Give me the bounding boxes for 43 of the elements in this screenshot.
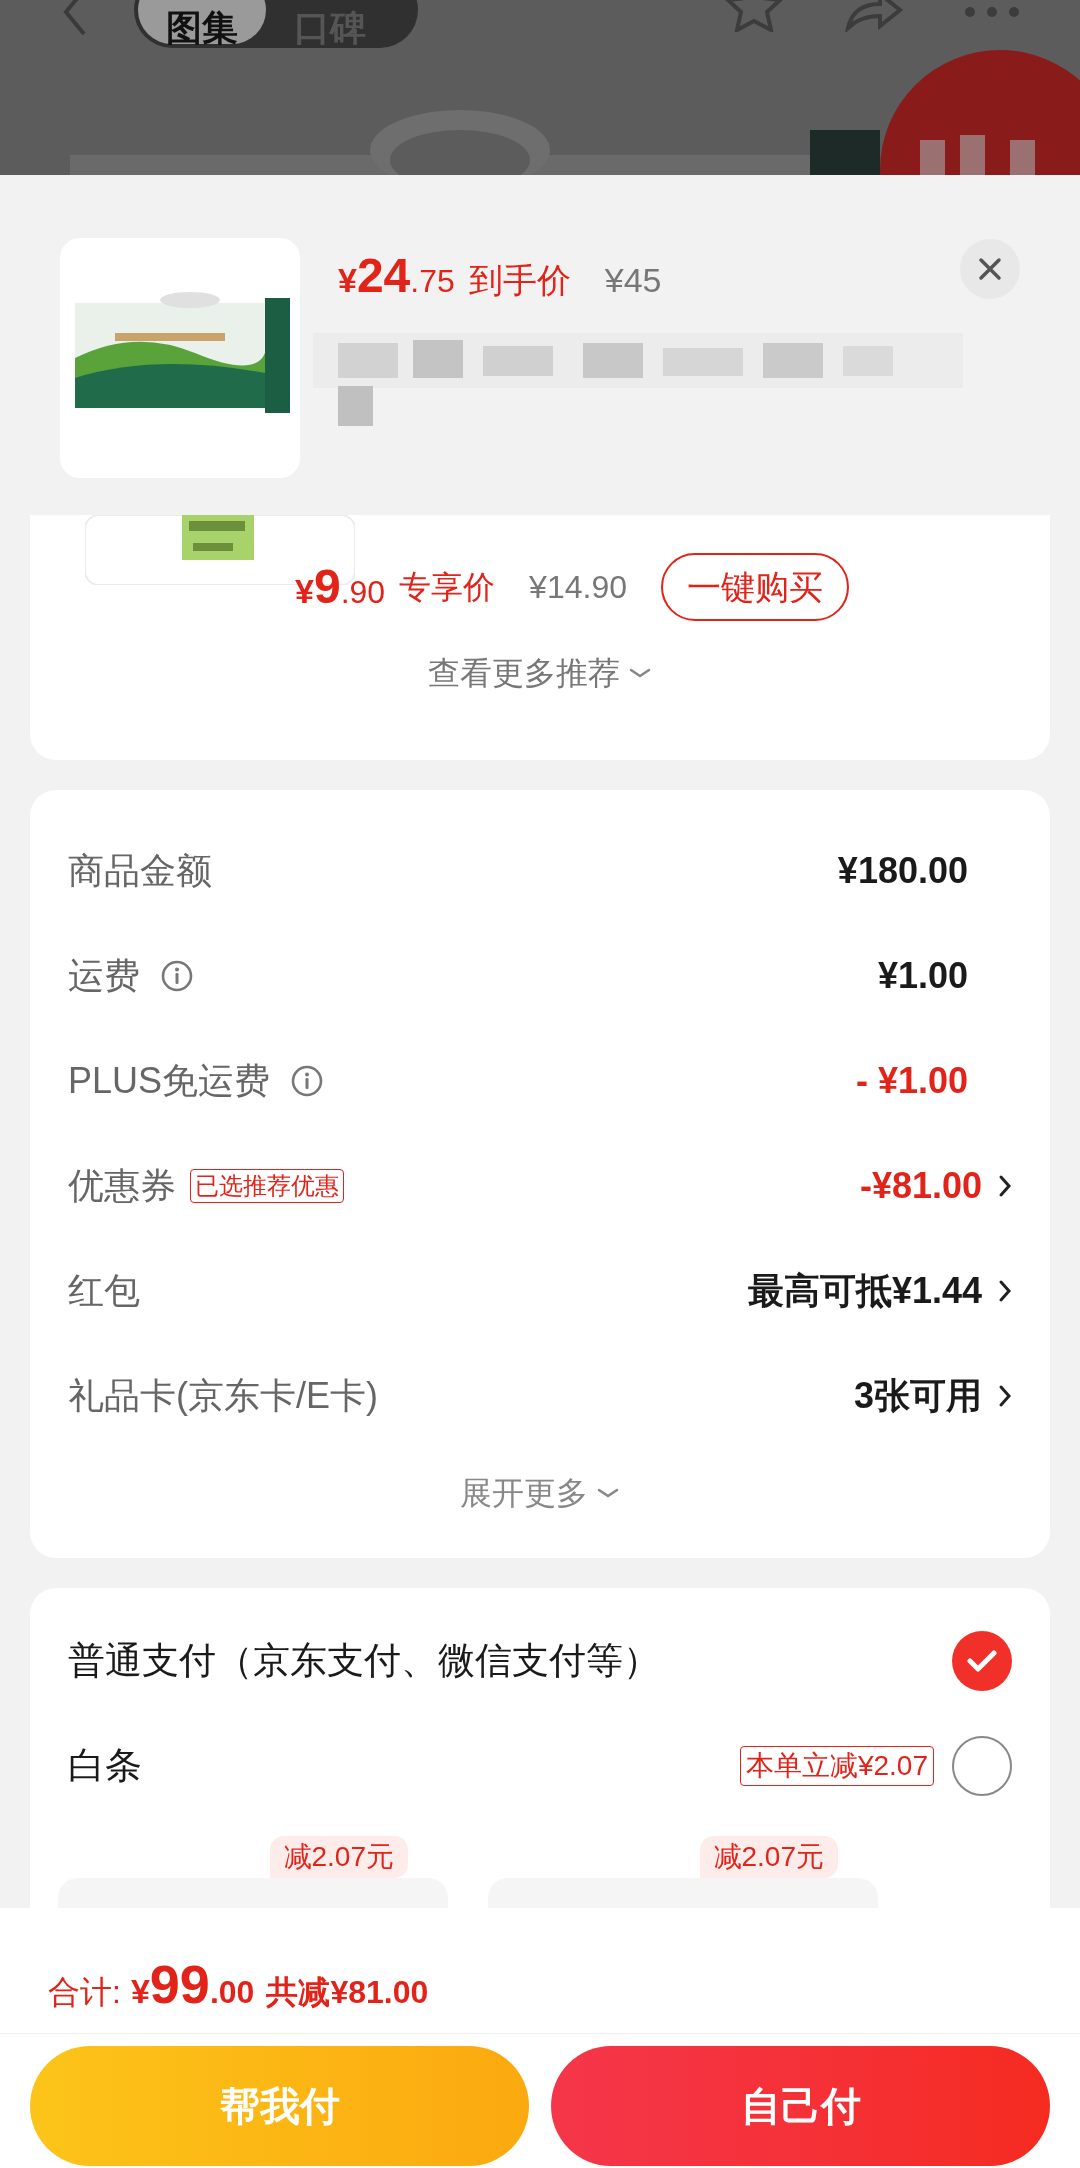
discount-badge: 本单立减¥2.07 (739, 1745, 934, 1786)
total-discount: 共减¥81.00 (266, 1973, 429, 2012)
row-label: 商品金额 (68, 848, 212, 893)
tag: 已选推荐优惠 (190, 1168, 344, 1203)
payment-option-label[interactable]: 白条 (68, 1737, 142, 1794)
price-label: 专享价 (399, 568, 496, 607)
row-value: - ¥1.00 (855, 1058, 968, 1103)
row-label: 红包 (68, 1268, 140, 1313)
more-recommendations-link[interactable]: 查看更多推荐 (428, 649, 620, 697)
close-icon (978, 257, 1002, 281)
row-label: PLUS免运费 (68, 1058, 271, 1103)
tab[interactable]: 图集 (138, 0, 266, 44)
original-price: ¥14.90 (529, 568, 627, 607)
chevron-right-icon (998, 1383, 1012, 1408)
star-icon[interactable] (724, 0, 784, 32)
payment-option-label[interactable]: 普通支付（京东支付、微信支付等） (68, 1632, 660, 1689)
row-value[interactable]: 3张可用 (853, 1368, 982, 1423)
info-icon[interactable] (290, 1063, 325, 1098)
discount-tag: 减2.07元 (699, 1836, 838, 1878)
chevron-down-icon (596, 1486, 620, 1500)
total-label: 合计: (48, 1973, 121, 2012)
discount-tag: 减2.07元 (269, 1836, 408, 1878)
row-value: ¥180.00 (837, 848, 968, 893)
pay-button[interactable]: 自己付 (551, 2046, 1050, 2166)
total-price: ¥99.00 (130, 1953, 255, 2016)
exclusive-price: ¥9.90 (295, 559, 386, 615)
row-label: 优惠券 (68, 1163, 176, 1208)
chevron-right-icon (998, 1173, 1012, 1198)
final-price: ¥24.75 (338, 248, 455, 304)
info-icon[interactable] (160, 958, 194, 993)
buy-now-button[interactable]: 一键购买 (661, 553, 849, 621)
check-icon (967, 1648, 997, 1673)
row-value: ¥1.00 (877, 953, 968, 998)
expand-more-link[interactable]: 展开更多 (460, 1469, 588, 1517)
chevron-right-icon (998, 1278, 1012, 1303)
chevron-down-icon (628, 666, 652, 680)
price-label: 到手价 (468, 260, 571, 301)
row-value[interactable]: -¥81.00 (859, 1158, 982, 1213)
row-label: 礼品卡(京东卡/E卡) (68, 1373, 378, 1418)
original-price: ¥45 (604, 260, 662, 301)
share-icon[interactable] (844, 0, 904, 32)
row-value[interactable]: 最高可抵¥1.44 (747, 1263, 982, 1318)
row-label: 运费 (68, 953, 140, 998)
